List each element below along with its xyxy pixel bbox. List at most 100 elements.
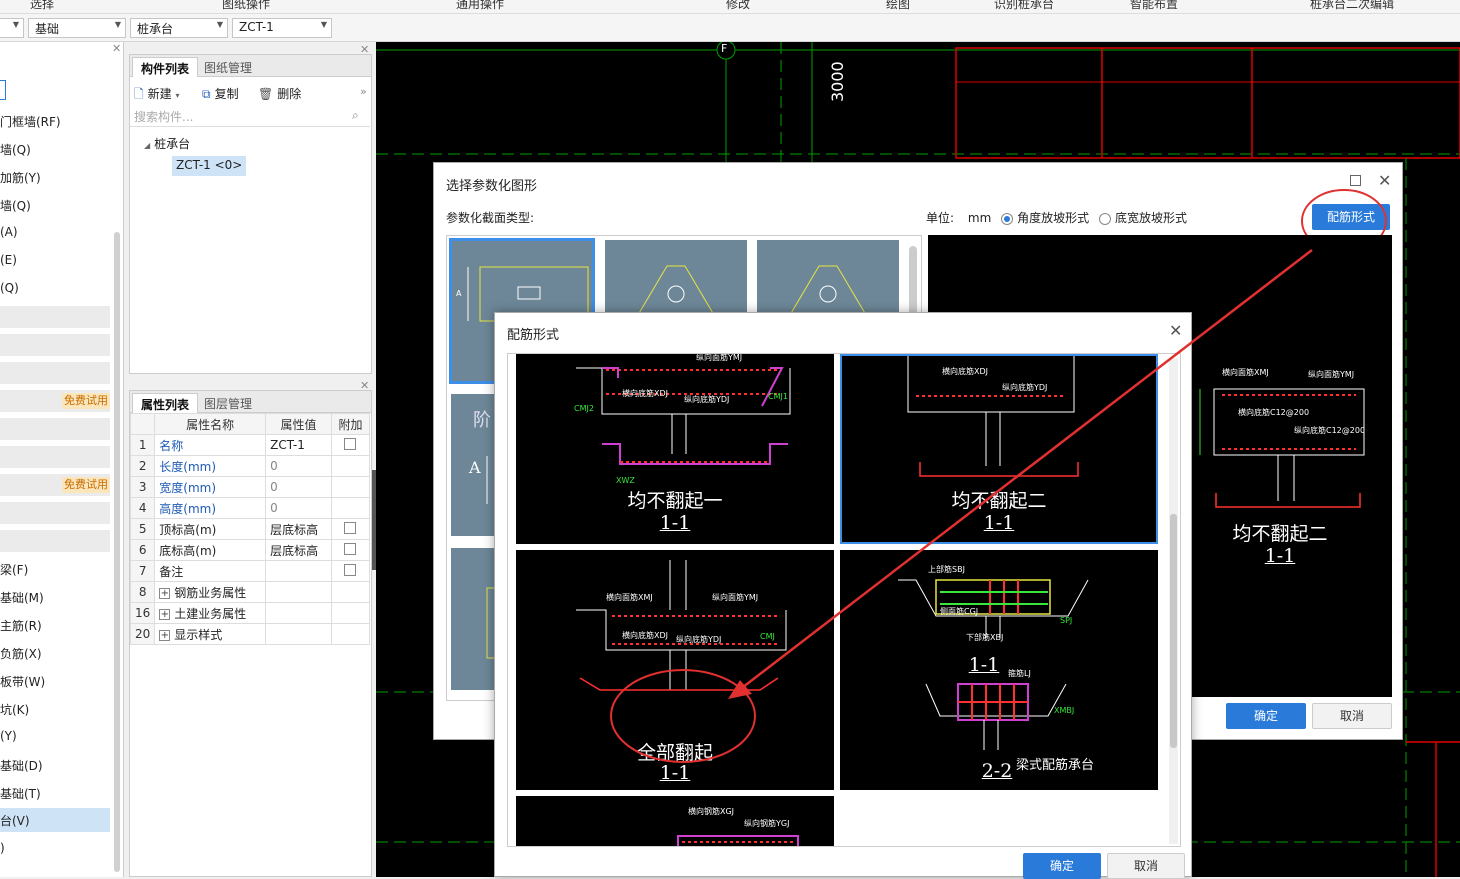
nav-placeholder[interactable] bbox=[0, 334, 110, 356]
card-title: 均不翻起一 bbox=[627, 490, 723, 512]
radio-icon bbox=[1098, 212, 1111, 225]
nav-item-y[interactable]: (Y) bbox=[0, 729, 17, 743]
nav-placeholder[interactable] bbox=[0, 530, 110, 552]
expand-icon[interactable]: ◢ bbox=[144, 141, 150, 150]
nav-item-wall-1[interactable]: 墙(Q) bbox=[0, 141, 31, 158]
section-type-label: 参数化截面类型: bbox=[446, 211, 535, 225]
component-search-input[interactable]: 搜索构件... bbox=[130, 105, 370, 127]
left-nav: ✕ 门框墙(RF) 墙(Q) 加筋(Y) 墙(Q) (A) (E) (Q) 免费… bbox=[0, 42, 124, 877]
close-icon[interactable]: ✕ bbox=[112, 42, 121, 55]
component-combo[interactable]: ZCT-1 ▼ bbox=[232, 18, 332, 38]
tab-component-list[interactable]: 构件列表 bbox=[132, 57, 199, 77]
expand-plus-icon[interactable]: + bbox=[159, 629, 171, 641]
table-row[interactable]: 5 顶标高(m) 层底标高 bbox=[129, 518, 371, 540]
table-row[interactable]: 3 宽度(mm) 0 bbox=[129, 476, 371, 498]
category-combo[interactable]: 基础 ▼ bbox=[28, 18, 126, 38]
nav-placeholder[interactable] bbox=[0, 418, 110, 440]
chevron-down-icon: ▾ bbox=[175, 91, 180, 100]
ok-button[interactable]: 确定 bbox=[1226, 703, 1306, 729]
expand-plus-icon[interactable]: + bbox=[159, 587, 171, 599]
nav-item-foundation-t[interactable]: 基础(T) bbox=[0, 785, 41, 802]
nav-item-last[interactable]: ) bbox=[0, 841, 5, 855]
menu-secondary-edit[interactable]: 桩承台二次编辑 bbox=[1310, 0, 1394, 12]
cancel-button[interactable]: 取消 bbox=[1107, 853, 1185, 879]
nav-placeholder[interactable] bbox=[0, 306, 110, 328]
free-trial-badge[interactable]: 免费试用 bbox=[62, 393, 110, 409]
tab-layer-management[interactable]: 图层管理 bbox=[196, 393, 260, 413]
extra-checkbox[interactable] bbox=[344, 521, 357, 534]
rebar-card-not-raised-1[interactable]: 纵向面筋YMJ 横向底筋XDJ 纵向底筋YDJ CMJ1 CMJ2 XWZ 均不… bbox=[516, 354, 834, 544]
tree-node-zct1[interactable]: ZCT-1 <0> bbox=[172, 156, 247, 176]
new-button[interactable]: 🗋 新建 ▾ bbox=[134, 85, 180, 106]
cancel-button[interactable]: 取消 bbox=[1312, 703, 1392, 729]
nav-item-e[interactable]: (E) bbox=[0, 253, 17, 267]
card-title: 梁式配筋承台 bbox=[1016, 758, 1095, 773]
nav-item-foundation-d[interactable]: 基础(D) bbox=[0, 757, 43, 774]
col-extra: 附加 bbox=[330, 413, 371, 435]
menu-identify[interactable]: 识别桩承台 bbox=[994, 0, 1054, 12]
search-icon[interactable]: ⌕ bbox=[352, 108, 359, 123]
nav-search-input[interactable] bbox=[0, 80, 6, 100]
table-row[interactable]: 16 + 土建业务属性 bbox=[129, 602, 371, 624]
table-row[interactable]: 20 + 显示样式 bbox=[129, 623, 371, 645]
tree-node-pile-cap[interactable]: ◢ 桩承台 bbox=[144, 135, 190, 152]
delete-button[interactable]: 🗑 删除 bbox=[258, 85, 301, 102]
menu-smart-layout[interactable]: 智能布置 bbox=[1130, 0, 1178, 12]
free-trial-badge[interactable]: 免费试用 bbox=[62, 477, 110, 493]
extra-checkbox[interactable] bbox=[344, 437, 357, 450]
nav-item-foundation-m[interactable]: 基础(M) bbox=[0, 589, 44, 606]
nav-item-wall-2[interactable]: 墙(Q) bbox=[0, 197, 31, 214]
rebar-card-fifth[interactable]: 横向钢筋XGJ 纵向钢筋YGJ bbox=[516, 796, 834, 846]
nav-item-a[interactable]: (A) bbox=[0, 225, 18, 239]
nav-placeholder[interactable]: 免费试用 bbox=[0, 390, 110, 412]
table-row[interactable]: 2 长度(mm) 0 bbox=[129, 455, 371, 477]
copy-button[interactable]: ⧉ 复制 bbox=[202, 85, 239, 102]
nav-item-pile-cap-selected[interactable]: 台(V) bbox=[0, 808, 110, 832]
nav-item-neg-rebar[interactable]: 负筋(X) bbox=[0, 645, 42, 662]
rebar-card-all-raised[interactable]: 横向面筋XMJ 纵向面筋YMJ 横向底筋XDJ 纵向底筋YDJ CMJ 全部翻起… bbox=[516, 550, 834, 790]
nav-item-beam[interactable]: 梁(F) bbox=[0, 561, 28, 578]
tab-property-list[interactable]: 属性列表 bbox=[132, 393, 199, 413]
table-row[interactable]: 1 名称 ZCT-1 bbox=[129, 434, 371, 456]
nav-item-door-frame-wall[interactable]: 门框墙(RF) bbox=[0, 113, 61, 130]
table-row[interactable]: 8 + 钢筋业务属性 bbox=[129, 581, 371, 603]
rebar-grid-scrollbar[interactable] bbox=[1170, 514, 1177, 748]
nav-scrollbar[interactable] bbox=[114, 232, 120, 872]
rebar-card-beam-type[interactable]: 上部筋SBJ 侧面筋CGJ 下部筋XBJ 箍筋LJ SPJ XMBJ 1-1 2… bbox=[840, 550, 1158, 790]
close-icon[interactable]: ✕ bbox=[1169, 321, 1182, 340]
table-row[interactable]: 4 高度(mm) 0 bbox=[129, 497, 371, 519]
extra-checkbox[interactable] bbox=[344, 563, 357, 576]
nav-item-main-rebar[interactable]: 主筋(R) bbox=[0, 617, 42, 634]
more-icon[interactable]: » bbox=[360, 85, 367, 98]
nav-item-q[interactable]: (Q) bbox=[0, 281, 19, 295]
menu-draw[interactable]: 绘图 bbox=[886, 0, 910, 12]
nav-placeholder[interactable] bbox=[0, 446, 110, 468]
close-icon[interactable]: ✕ bbox=[360, 379, 369, 392]
menu-select[interactable]: 选择 bbox=[30, 0, 54, 12]
radio-bottom-width-slope[interactable]: 底宽放坡形式 bbox=[1098, 211, 1187, 225]
nav-placeholder[interactable]: 免费试用 bbox=[0, 474, 110, 496]
nav-placeholder[interactable] bbox=[0, 362, 110, 384]
property-list-panel: 属性列表 图层管理 ✕ 属性名称 属性值 附加 1 名称 ZCT-1 2 长度(mm)… bbox=[129, 379, 372, 877]
floor-combo[interactable]: ▼ bbox=[0, 18, 24, 38]
nav-item-rib[interactable]: 加筋(Y) bbox=[0, 169, 41, 186]
rebar-card-not-raised-2[interactable]: 横向底筋XDJ 纵向底筋YDJ 均不翻起二 1-1 bbox=[840, 354, 1158, 544]
tab-drawing-management[interactable]: 图纸管理 bbox=[196, 57, 260, 77]
nav-item-slab-strip[interactable]: 板带(W) bbox=[0, 673, 45, 690]
nav-item-pit[interactable]: 坑(K) bbox=[0, 701, 29, 718]
radio-angle-slope[interactable]: 角度放坡形式 bbox=[1001, 211, 1089, 225]
chevron-down-icon: ▼ bbox=[12, 20, 19, 29]
close-icon[interactable]: ✕ bbox=[360, 43, 369, 56]
table-row[interactable]: 6 底标高(m) 层底标高 bbox=[129, 539, 371, 561]
expand-plus-icon[interactable]: + bbox=[159, 608, 171, 620]
menu-modify[interactable]: 修改 bbox=[726, 0, 750, 12]
ok-button[interactable]: 确定 bbox=[1023, 853, 1101, 879]
rebar-form-dialog: 配筋形式 ✕ 纵向面筋YMJ 横向底筋XDJ 纵向底筋YDJ CMJ1 CMJ2… bbox=[494, 312, 1192, 879]
menu-drawing-ops[interactable]: 图纸操作 bbox=[222, 0, 270, 12]
type-combo[interactable]: 桩承台 ▼ bbox=[130, 18, 228, 38]
nav-placeholder[interactable] bbox=[0, 502, 110, 524]
table-row[interactable]: 7 备注 bbox=[129, 560, 371, 582]
menu-general-ops[interactable]: 通用操作 bbox=[456, 0, 504, 12]
extra-checkbox[interactable] bbox=[344, 542, 357, 555]
annotation-circle-all-raised bbox=[610, 669, 756, 763]
